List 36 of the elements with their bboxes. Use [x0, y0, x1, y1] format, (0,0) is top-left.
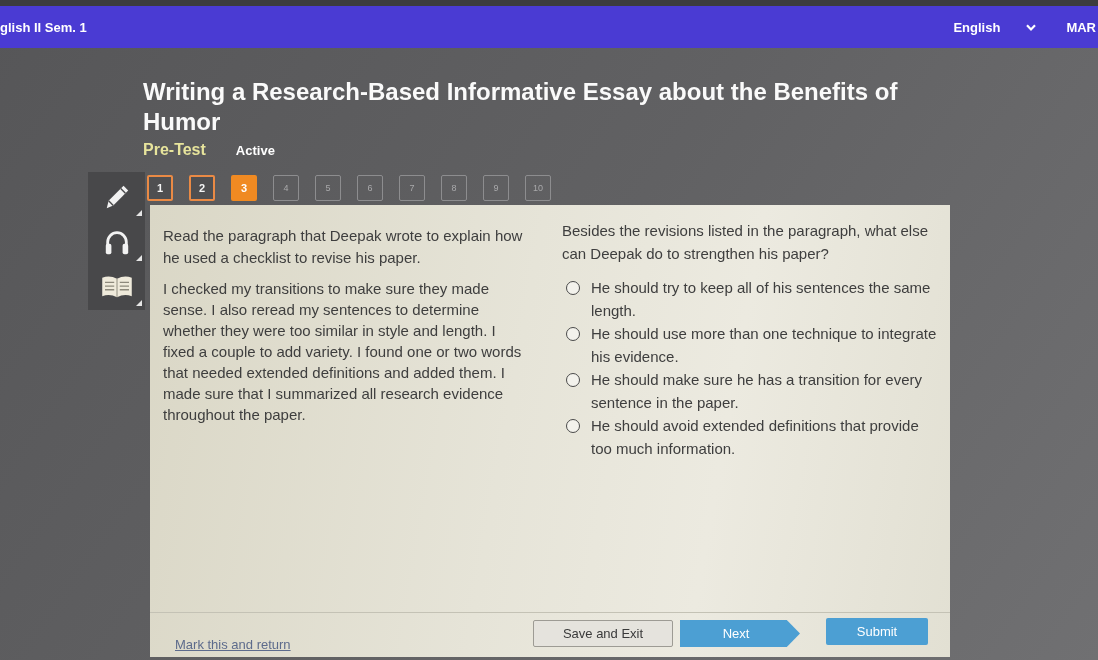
- radio-button[interactable]: [566, 281, 580, 295]
- submit-button[interactable]: Submit: [826, 618, 928, 645]
- question-number-button[interactable]: 9: [483, 175, 509, 201]
- activity-status: Active: [235, 143, 275, 158]
- user-name[interactable]: MAR: [1066, 19, 1096, 35]
- passage-text: I checked my transitions to make sure they made sense. I also reread my sentences to determine whether they were too similar in style and length. I fixed a couple to add variety. I found one or two words that needed extended definitions and added them. I made sure that I summarized all research evidence throughout the paper.: [163, 279, 523, 425]
- answer-option[interactable]: He should avoid extended definitions that provide too much information.: [591, 414, 940, 460]
- question-number-button[interactable]: 1: [147, 175, 173, 201]
- question-prompt: Besides the revisions listed in the paragraph, what else can Deepak do to strengthen his paper?: [562, 221, 930, 264]
- question-number-button[interactable]: 10: [525, 175, 551, 201]
- question-number-button[interactable]: 2: [189, 175, 215, 201]
- question-number-button[interactable]: 3: [231, 175, 257, 201]
- activity-type: Pre-Test: [143, 141, 206, 159]
- chevron-down-icon: [1026, 23, 1037, 31]
- question-number-button[interactable]: 4: [273, 175, 299, 201]
- question-number-button[interactable]: 7: [399, 175, 425, 201]
- save-exit-button[interactable]: Save and Exit: [533, 620, 673, 647]
- radio-button[interactable]: [566, 327, 580, 341]
- language-dropdown[interactable]: English: [953, 19, 1037, 35]
- radio-button[interactable]: [566, 373, 580, 387]
- mark-and-return-link[interactable]: Mark this and return: [175, 637, 291, 652]
- passage-instruction: Read the paragraph that Deepak wrote to explain how he used a checklist to revise his paper.: [163, 226, 524, 268]
- question-number-button[interactable]: 8: [441, 175, 467, 201]
- open-book-icon[interactable]: [100, 274, 133, 299]
- answer-option[interactable]: He should make sure he has a transition for every sentence in the paper.: [591, 368, 940, 414]
- course-title: glish II Sem. 1: [0, 19, 87, 35]
- answer-option[interactable]: He should use more than one technique to integrate his evidence.: [591, 322, 940, 368]
- answer-option[interactable]: He should try to keep all of his sentences the same length.: [591, 276, 940, 322]
- corner-triangle-icon[interactable]: [136, 210, 142, 216]
- corner-triangle-icon[interactable]: [136, 255, 142, 261]
- radio-button[interactable]: [566, 419, 580, 433]
- next-button[interactable]: Next: [680, 620, 800, 647]
- question-number-button[interactable]: 5: [315, 175, 341, 201]
- corner-triangle-icon[interactable]: [136, 300, 142, 306]
- activity-title: Writing a Research-Based Informative Essay about the Benefits of Humor: [143, 77, 899, 137]
- question-number-button[interactable]: 6: [357, 175, 383, 201]
